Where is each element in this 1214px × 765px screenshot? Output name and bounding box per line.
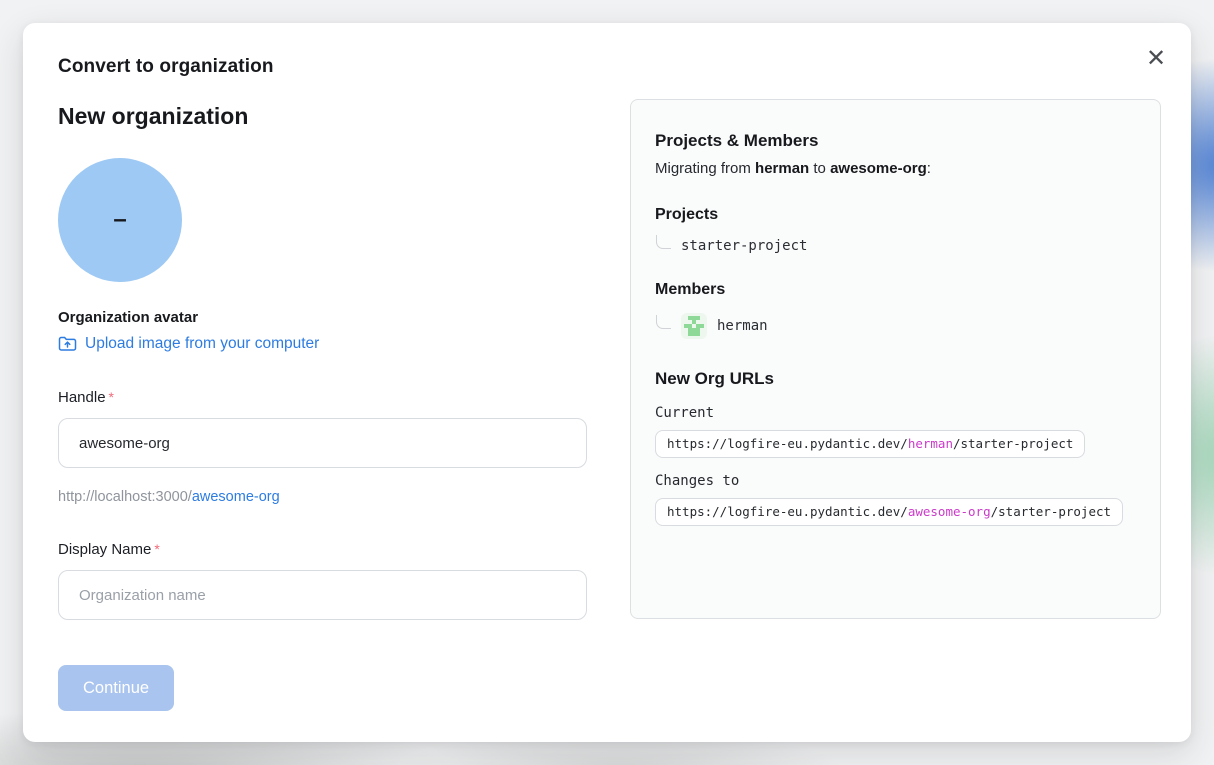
required-mark: * [109,389,114,405]
avatar-initial: – [113,208,126,232]
changes-url-prefix: https://logfire-eu.pydantic.dev/ [667,504,908,519]
handle-label: Handle* [58,387,587,408]
member-name: herman [717,318,768,334]
organization-avatar: – [58,158,182,282]
handle-label-text: Handle [58,389,106,406]
tree-branch-icon [656,315,671,329]
projects-members-panel: Projects & Members Migrating from herman… [630,99,1161,619]
close-icon[interactable]: ✕ [1139,41,1173,75]
migrating-suffix: : [927,160,931,177]
handle-input[interactable] [58,418,587,468]
handle-url-preview: http://localhost:3000/awesome-org [58,487,587,507]
continue-button[interactable]: Continue [58,665,174,711]
url-prefix: http://localhost:3000/ [58,489,192,505]
member-row: herman [655,313,1136,339]
upload-image-link[interactable]: Upload image from your computer [58,333,319,355]
tree-branch-icon [656,235,671,249]
migrating-from: herman [755,160,809,177]
new-organization-form: New organization – Organization avatar U… [58,101,587,711]
url-handle: awesome-org [192,489,280,505]
avatar-label: Organization avatar [58,308,587,328]
project-name: starter-project [681,238,807,254]
convert-to-organization-modal: Convert to organization ✕ New organizati… [23,23,1191,742]
changes-url-highlight: awesome-org [908,504,991,519]
new-org-urls-heading: New Org URLs [655,368,1136,390]
migrating-prefix: Migrating from [655,160,755,177]
members-heading: Members [655,279,1136,300]
changes-to-label: Changes to [655,473,1136,489]
current-url-suffix: /starter-project [953,436,1073,451]
migrating-to: awesome-org [830,160,927,177]
current-url-highlight: herman [908,436,953,451]
changes-url-suffix: /starter-project [991,504,1111,519]
form-heading: New organization [58,101,587,131]
project-row: starter-project [655,238,1136,254]
display-name-label-text: Display Name [58,541,151,558]
changes-to-url-box: https://logfire-eu.pydantic.dev/awesome-… [655,498,1123,526]
required-mark: * [154,541,159,557]
current-url-box: https://logfire-eu.pydantic.dev/herman/s… [655,430,1085,458]
projects-heading: Projects [655,204,1136,225]
current-url-prefix: https://logfire-eu.pydantic.dev/ [667,436,908,451]
upload-link-label: Upload image from your computer [85,333,319,355]
panel-title: Projects & Members [655,130,1136,152]
modal-title: Convert to organization [58,56,274,78]
display-name-label: Display Name* [58,539,587,560]
migrating-middle: to [809,160,830,177]
migrating-summary: Migrating from herman to awesome-org: [655,158,1136,179]
upload-folder-icon [58,336,77,352]
current-url-label: Current [655,405,1136,421]
display-name-input[interactable] [58,570,587,620]
herman-identicon-avatar [681,313,707,339]
